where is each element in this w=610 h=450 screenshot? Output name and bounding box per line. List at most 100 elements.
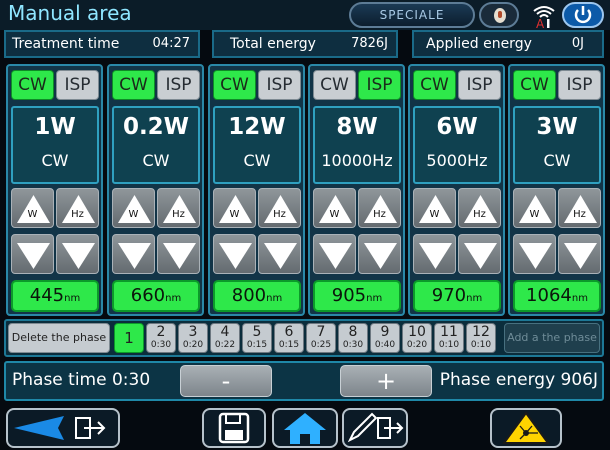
power-up-button[interactable]: W: [413, 188, 456, 228]
phase-button[interactable]: 12 0:10: [466, 323, 496, 353]
wavelength-value: 970: [431, 285, 467, 306]
laser-emission-button[interactable]: [490, 408, 562, 448]
power-icon: [574, 6, 592, 24]
phase-button[interactable]: 10 0:20: [402, 323, 432, 353]
page-title: Manual area: [8, 1, 132, 25]
frequency-value: CW: [142, 151, 170, 170]
treatment-time-box: Treatment time 04:27: [4, 30, 200, 58]
isp-mode-button[interactable]: ISP: [157, 70, 200, 100]
power-value: 0.2W: [122, 114, 190, 140]
frequency-down-button[interactable]: [558, 234, 601, 274]
power-up-button[interactable]: W: [513, 188, 556, 228]
top-bar: Manual area SPECIALE A: [0, 0, 610, 30]
frequency-up-button[interactable]: Hz: [157, 188, 200, 228]
total-energy-value: 7826J: [351, 36, 388, 51]
power-down-button[interactable]: [213, 234, 256, 274]
delete-phase-button[interactable]: Delete the phase: [8, 323, 110, 353]
mode-selector[interactable]: SPECIALE: [349, 2, 475, 28]
power-up-button[interactable]: W: [11, 188, 54, 228]
isp-mode-button[interactable]: ISP: [56, 70, 99, 100]
hertz-label: Hz: [373, 209, 386, 220]
phase-duration: 0:10: [470, 340, 492, 350]
phase-button[interactable]: 11 0:10: [434, 323, 464, 353]
frequency-up-button[interactable]: Hz: [358, 188, 401, 228]
home-icon: [284, 413, 326, 444]
cw-mode-button[interactable]: CW: [11, 70, 54, 100]
phase-number: 1: [124, 329, 134, 347]
wavelength-value: 1064: [526, 285, 572, 306]
wavelength-button[interactable]: 1064nm: [513, 280, 601, 312]
power-down-button[interactable]: [313, 234, 356, 274]
frequency-up-button[interactable]: Hz: [56, 188, 99, 228]
frequency-up-button[interactable]: Hz: [558, 188, 601, 228]
save-button[interactable]: [202, 408, 266, 448]
phase-time-increase-button[interactable]: +: [340, 365, 432, 397]
phase-button[interactable]: 7 0:25: [306, 323, 336, 353]
phase-button[interactable]: 1: [114, 323, 144, 353]
treatment-time-label: Treatment time: [12, 36, 120, 52]
power-button[interactable]: [562, 2, 604, 28]
laser-warning-icon: [502, 411, 550, 444]
edit-exit-button[interactable]: [342, 408, 408, 448]
applied-energy-label: Applied energy: [426, 36, 532, 52]
wavelength-value: 905: [331, 285, 367, 306]
wavelength-button[interactable]: 445nm: [11, 280, 99, 312]
frequency-value: 5000Hz: [426, 151, 488, 170]
power-value: 3W: [536, 114, 578, 140]
isp-mode-button[interactable]: ISP: [458, 70, 501, 100]
frequency-down-button[interactable]: [358, 234, 401, 274]
phase-number: 7: [316, 324, 326, 340]
microphone-button[interactable]: [479, 2, 519, 28]
phase-number: 5: [252, 324, 262, 340]
isp-mode-button[interactable]: ISP: [358, 70, 401, 100]
frequency-down-button[interactable]: [258, 234, 301, 274]
phase-duration: 0:22: [214, 340, 236, 350]
phase-button[interactable]: 6 0:15: [274, 323, 304, 353]
cw-mode-button[interactable]: CW: [513, 70, 556, 100]
power-up-button[interactable]: W: [213, 188, 256, 228]
power-down-button[interactable]: [513, 234, 556, 274]
home-button[interactable]: [272, 408, 338, 448]
frequency-up-button[interactable]: Hz: [458, 188, 501, 228]
cw-mode-button[interactable]: CW: [112, 70, 155, 100]
wavelength-button[interactable]: 660nm: [112, 280, 200, 312]
phase-button[interactable]: 3 0:20: [178, 323, 208, 353]
phase-duration: 0:25: [310, 340, 332, 350]
back-exit-button[interactable]: [6, 408, 120, 448]
power-down-button[interactable]: [112, 234, 155, 274]
frequency-down-button[interactable]: [157, 234, 200, 274]
frequency-down-button[interactable]: [458, 234, 501, 274]
wavelength-button[interactable]: 970nm: [413, 280, 501, 312]
power-up-button[interactable]: W: [313, 188, 356, 228]
frequency-up-button[interactable]: Hz: [258, 188, 301, 228]
cw-mode-button[interactable]: CW: [213, 70, 256, 100]
floppy-disk-icon: [218, 412, 250, 444]
isp-mode-button[interactable]: ISP: [258, 70, 301, 100]
phase-button[interactable]: 8 0:30: [338, 323, 368, 353]
phase-button[interactable]: 9 0:40: [370, 323, 400, 353]
wifi-icon: A: [533, 6, 555, 29]
power-down-button[interactable]: [413, 234, 456, 274]
hertz-label: Hz: [573, 209, 586, 220]
wavelength-button[interactable]: 800nm: [213, 280, 301, 312]
watt-label: W: [429, 209, 440, 220]
phase-number: 12: [472, 324, 490, 340]
phase-number: 2: [156, 324, 166, 340]
wavelength-value: 660: [130, 285, 166, 306]
add-phase-button[interactable]: Add a the phase: [504, 323, 600, 353]
wavelength-button[interactable]: 905nm: [313, 280, 401, 312]
wavelength-value: 445: [29, 285, 65, 306]
isp-mode-button[interactable]: ISP: [558, 70, 601, 100]
microphone-icon: [494, 8, 506, 23]
phase-button[interactable]: 5 0:15: [242, 323, 272, 353]
phase-time-decrease-button[interactable]: -: [180, 365, 272, 397]
phase-button[interactable]: 4 0:22: [210, 323, 240, 353]
cw-mode-button[interactable]: CW: [413, 70, 456, 100]
cw-mode-button[interactable]: CW: [313, 70, 356, 100]
power-down-button[interactable]: [11, 234, 54, 274]
frequency-down-button[interactable]: [56, 234, 99, 274]
hertz-label: Hz: [172, 209, 185, 220]
channel-panel: CW ISP 12W CW W Hz 800nm: [208, 64, 305, 316]
phase-button[interactable]: 2 0:30: [146, 323, 176, 353]
power-up-button[interactable]: W: [112, 188, 155, 228]
